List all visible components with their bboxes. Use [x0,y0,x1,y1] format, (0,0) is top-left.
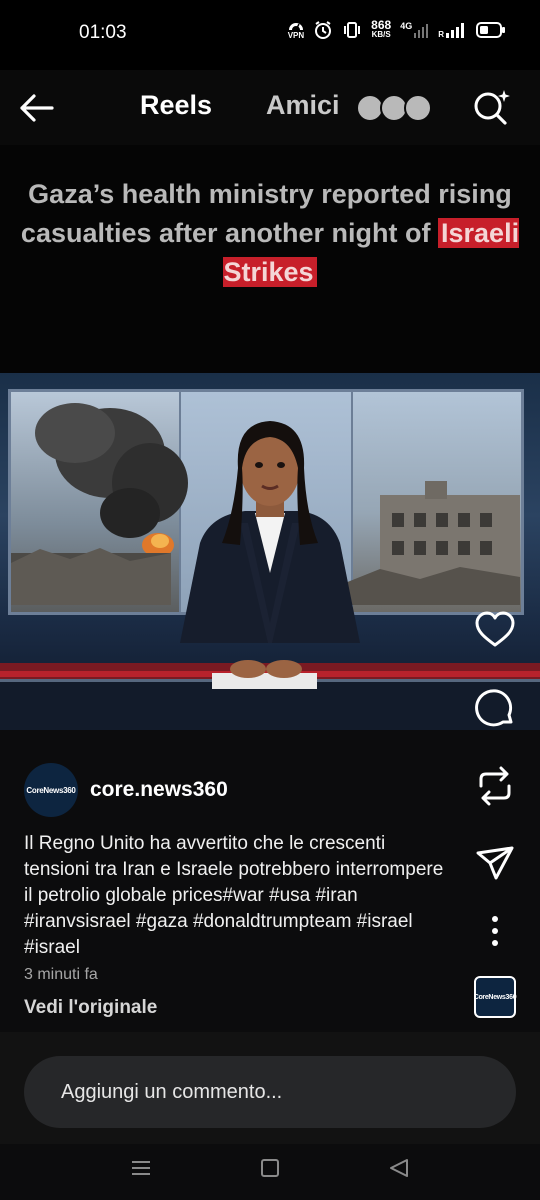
vpn-label: VPN [287,30,305,40]
vpn-icon: VPN [288,21,304,40]
like-button[interactable] [474,610,516,650]
see-original-link[interactable]: Vedi l'originale [24,997,157,1019]
friend-avatar [404,94,432,122]
speed-value: 868 [371,18,392,32]
repost-icon [479,766,511,806]
speed-unit: KB/S [371,30,391,39]
alarm-icon [315,21,332,39]
network-type-icon: 4G [400,21,429,39]
post-caption[interactable]: Il Regno Unito ha avvertito che le cresc… [24,831,454,961]
system-nav-bar [0,1144,540,1200]
video-headline: Gaza’s health ministry reported rising c… [20,175,520,292]
status-clock: 01:03 [79,22,127,43]
network-type-label: 4G [400,21,413,31]
share-button[interactable] [474,843,516,883]
nav-home-button[interactable] [259,1156,281,1185]
triangle-back-icon [390,1159,408,1177]
heart-icon [475,611,515,647]
reels-header: Reels Amici [0,70,540,145]
nav-back-button[interactable] [387,1156,411,1185]
search-sparkle-icon [474,90,510,125]
back-button[interactable] [16,90,56,126]
username[interactable]: core.news360 [90,778,228,802]
repost-button[interactable] [474,764,516,808]
audio-thumb-logo: CoreNews360 [473,993,517,1001]
studio-illustration [0,403,540,730]
search-button[interactable] [470,86,514,126]
network-speed: 868 KB/S [371,18,392,40]
comment-bubble-icon [475,689,513,727]
post-timestamp: 3 minuti fa [24,966,98,983]
roaming-label: R [438,30,444,39]
news-studio-image [0,373,540,730]
signal-icon: R [438,21,467,39]
profile-avatar-logo: CoreNews360 [26,785,76,795]
arrow-left-icon [20,94,54,122]
tab-reels[interactable]: Reels [140,90,212,121]
comment-button[interactable] [474,688,516,730]
status-bar: 01:03 VPN 868 KB/S 4G R [0,0,540,70]
menu-lines-icon [132,1161,150,1175]
tab-friends[interactable]: Amici [266,90,340,121]
more-options-button[interactable] [484,913,506,949]
send-icon [476,846,514,880]
profile-avatar[interactable]: CoreNews360 [24,763,78,817]
battery-icon [476,22,505,38]
comment-input[interactable]: Aggiungi un commento... [24,1056,516,1128]
nav-recents-button[interactable] [129,1156,153,1185]
square-icon [261,1159,279,1177]
more-vertical-icon [492,916,498,946]
vibrate-icon [344,22,361,38]
audio-thumbnail[interactable]: CoreNews360 [473,976,517,1018]
reel-video[interactable]: Gaza’s health ministry reported rising c… [0,145,540,730]
friends-avatars[interactable] [356,94,436,122]
status-icons: VPN 868 KB/S 4G R [288,18,506,40]
